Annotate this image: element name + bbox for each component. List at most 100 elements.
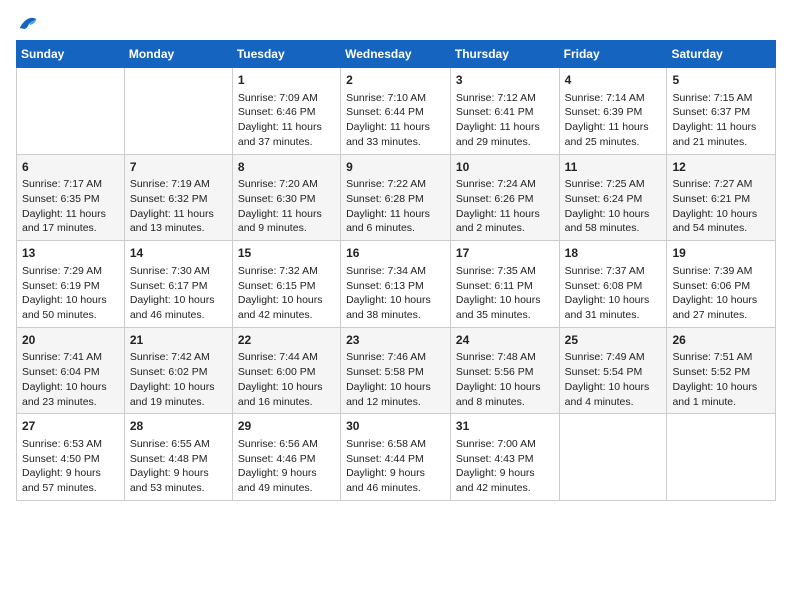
day-info: Daylight: 10 hours and 12 minutes. bbox=[346, 380, 445, 409]
day-info: Daylight: 10 hours and 31 minutes. bbox=[565, 293, 662, 322]
calendar-cell: 21Sunrise: 7:42 AMSunset: 6:02 PMDayligh… bbox=[124, 327, 232, 414]
day-info: Sunset: 6:41 PM bbox=[456, 105, 554, 120]
calendar-cell: 15Sunrise: 7:32 AMSunset: 6:15 PMDayligh… bbox=[232, 241, 340, 328]
day-info: Sunrise: 7:48 AM bbox=[456, 350, 554, 365]
calendar-cell: 4Sunrise: 7:14 AMSunset: 6:39 PMDaylight… bbox=[559, 68, 667, 155]
day-info: Sunset: 6:21 PM bbox=[672, 192, 770, 207]
calendar-cell: 16Sunrise: 7:34 AMSunset: 6:13 PMDayligh… bbox=[341, 241, 451, 328]
calendar-week-row: 1Sunrise: 7:09 AMSunset: 6:46 PMDaylight… bbox=[17, 68, 776, 155]
header-thursday: Thursday bbox=[450, 41, 559, 68]
day-info: Sunrise: 7:24 AM bbox=[456, 177, 554, 192]
day-info: Sunset: 6:08 PM bbox=[565, 279, 662, 294]
calendar-cell: 1Sunrise: 7:09 AMSunset: 6:46 PMDaylight… bbox=[232, 68, 340, 155]
day-info: Daylight: 11 hours and 9 minutes. bbox=[238, 207, 335, 236]
day-number: 24 bbox=[456, 332, 554, 349]
day-info: Sunset: 5:56 PM bbox=[456, 365, 554, 380]
day-info: Daylight: 11 hours and 17 minutes. bbox=[22, 207, 119, 236]
day-info: Sunset: 6:15 PM bbox=[238, 279, 335, 294]
day-info: Sunrise: 7:37 AM bbox=[565, 264, 662, 279]
calendar-cell: 2Sunrise: 7:10 AMSunset: 6:44 PMDaylight… bbox=[341, 68, 451, 155]
day-info: Sunset: 6:30 PM bbox=[238, 192, 335, 207]
day-info: Daylight: 10 hours and 46 minutes. bbox=[130, 293, 227, 322]
day-info: Sunrise: 7:09 AM bbox=[238, 91, 335, 106]
day-number: 15 bbox=[238, 245, 335, 262]
day-number: 14 bbox=[130, 245, 227, 262]
calendar-cell: 12Sunrise: 7:27 AMSunset: 6:21 PMDayligh… bbox=[667, 154, 776, 241]
day-info: Daylight: 10 hours and 4 minutes. bbox=[565, 380, 662, 409]
day-info: Daylight: 10 hours and 23 minutes. bbox=[22, 380, 119, 409]
calendar-week-row: 20Sunrise: 7:41 AMSunset: 6:04 PMDayligh… bbox=[17, 327, 776, 414]
day-number: 18 bbox=[565, 245, 662, 262]
day-info: Sunset: 6:46 PM bbox=[238, 105, 335, 120]
calendar-cell: 20Sunrise: 7:41 AMSunset: 6:04 PMDayligh… bbox=[17, 327, 125, 414]
header-sunday: Sunday bbox=[17, 41, 125, 68]
calendar-week-row: 13Sunrise: 7:29 AMSunset: 6:19 PMDayligh… bbox=[17, 241, 776, 328]
day-info: Daylight: 11 hours and 29 minutes. bbox=[456, 120, 554, 149]
calendar-cell: 19Sunrise: 7:39 AMSunset: 6:06 PMDayligh… bbox=[667, 241, 776, 328]
day-info: Sunrise: 7:20 AM bbox=[238, 177, 335, 192]
calendar-cell: 3Sunrise: 7:12 AMSunset: 6:41 PMDaylight… bbox=[450, 68, 559, 155]
day-info: Daylight: 10 hours and 27 minutes. bbox=[672, 293, 770, 322]
day-number: 16 bbox=[346, 245, 445, 262]
calendar-cell bbox=[124, 68, 232, 155]
day-info: Sunrise: 7:12 AM bbox=[456, 91, 554, 106]
day-number: 22 bbox=[238, 332, 335, 349]
day-info: Sunrise: 7:10 AM bbox=[346, 91, 445, 106]
calendar-cell bbox=[17, 68, 125, 155]
day-info: Sunset: 6:02 PM bbox=[130, 365, 227, 380]
day-number: 7 bbox=[130, 159, 227, 176]
calendar-cell: 24Sunrise: 7:48 AMSunset: 5:56 PMDayligh… bbox=[450, 327, 559, 414]
calendar-cell: 31Sunrise: 7:00 AMSunset: 4:43 PMDayligh… bbox=[450, 414, 559, 501]
day-info: Sunrise: 7:41 AM bbox=[22, 350, 119, 365]
day-number: 29 bbox=[238, 418, 335, 435]
day-number: 17 bbox=[456, 245, 554, 262]
day-info: Daylight: 11 hours and 6 minutes. bbox=[346, 207, 445, 236]
day-info: Sunset: 6:17 PM bbox=[130, 279, 227, 294]
calendar-cell: 5Sunrise: 7:15 AMSunset: 6:37 PMDaylight… bbox=[667, 68, 776, 155]
day-info: Sunset: 6:35 PM bbox=[22, 192, 119, 207]
day-number: 10 bbox=[456, 159, 554, 176]
header-friday: Friday bbox=[559, 41, 667, 68]
page-header bbox=[16, 16, 776, 32]
day-number: 20 bbox=[22, 332, 119, 349]
calendar-cell: 26Sunrise: 7:51 AMSunset: 5:52 PMDayligh… bbox=[667, 327, 776, 414]
calendar-cell: 22Sunrise: 7:44 AMSunset: 6:00 PMDayligh… bbox=[232, 327, 340, 414]
day-info: Sunset: 6:13 PM bbox=[346, 279, 445, 294]
day-info: Sunset: 6:26 PM bbox=[456, 192, 554, 207]
day-info: Sunset: 6:44 PM bbox=[346, 105, 445, 120]
logo bbox=[16, 16, 38, 32]
day-info: Sunset: 6:32 PM bbox=[130, 192, 227, 207]
calendar-cell: 28Sunrise: 6:55 AMSunset: 4:48 PMDayligh… bbox=[124, 414, 232, 501]
day-info: Daylight: 10 hours and 8 minutes. bbox=[456, 380, 554, 409]
day-info: Sunrise: 7:39 AM bbox=[672, 264, 770, 279]
day-info: Daylight: 11 hours and 37 minutes. bbox=[238, 120, 335, 149]
day-info: Daylight: 10 hours and 16 minutes. bbox=[238, 380, 335, 409]
day-info: Sunset: 6:00 PM bbox=[238, 365, 335, 380]
day-info: Sunrise: 7:22 AM bbox=[346, 177, 445, 192]
calendar-cell: 23Sunrise: 7:46 AMSunset: 5:58 PMDayligh… bbox=[341, 327, 451, 414]
calendar-cell bbox=[667, 414, 776, 501]
day-info: Daylight: 11 hours and 2 minutes. bbox=[456, 207, 554, 236]
day-info: Sunset: 6:11 PM bbox=[456, 279, 554, 294]
day-info: Sunset: 4:46 PM bbox=[238, 452, 335, 467]
day-info: Daylight: 10 hours and 38 minutes. bbox=[346, 293, 445, 322]
day-info: Sunset: 4:43 PM bbox=[456, 452, 554, 467]
calendar-cell bbox=[559, 414, 667, 501]
day-info: Sunrise: 7:42 AM bbox=[130, 350, 227, 365]
day-info: Sunrise: 7:00 AM bbox=[456, 437, 554, 452]
day-number: 4 bbox=[565, 72, 662, 89]
day-info: Sunrise: 7:51 AM bbox=[672, 350, 770, 365]
day-number: 21 bbox=[130, 332, 227, 349]
calendar-week-row: 6Sunrise: 7:17 AMSunset: 6:35 PMDaylight… bbox=[17, 154, 776, 241]
day-info: Daylight: 10 hours and 19 minutes. bbox=[130, 380, 227, 409]
day-info: Daylight: 10 hours and 42 minutes. bbox=[238, 293, 335, 322]
day-info: Sunset: 5:58 PM bbox=[346, 365, 445, 380]
day-number: 27 bbox=[22, 418, 119, 435]
calendar-header-row: SundayMondayTuesdayWednesdayThursdayFrid… bbox=[17, 41, 776, 68]
day-number: 26 bbox=[672, 332, 770, 349]
calendar-cell: 9Sunrise: 7:22 AMSunset: 6:28 PMDaylight… bbox=[341, 154, 451, 241]
header-wednesday: Wednesday bbox=[341, 41, 451, 68]
day-number: 28 bbox=[130, 418, 227, 435]
day-info: Sunset: 5:54 PM bbox=[565, 365, 662, 380]
header-monday: Monday bbox=[124, 41, 232, 68]
